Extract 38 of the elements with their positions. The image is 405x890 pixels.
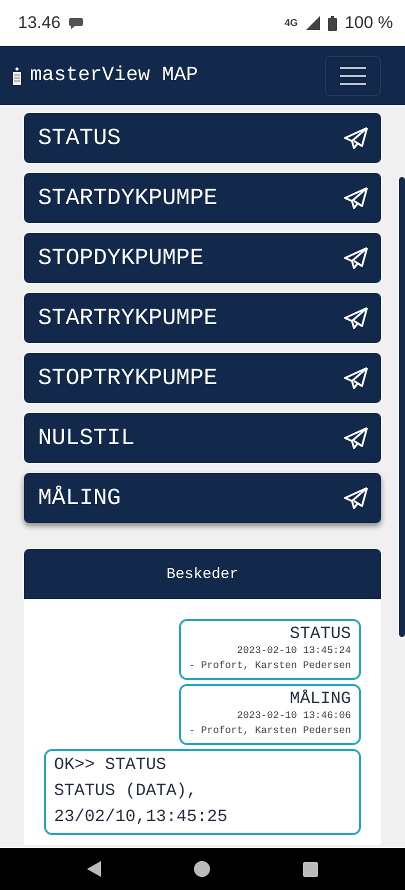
- message-author: - Profort, Karsten Pedersen: [188, 724, 351, 739]
- message-text: STATUS: [288, 625, 351, 644]
- signal-icon: [306, 16, 320, 30]
- message-line: 23/02/10,13:45:25: [54, 807, 228, 829]
- logo-icon: [12, 66, 22, 84]
- send-icon: [343, 426, 369, 450]
- command-button[interactable]: STARTDYKPUMPE: [24, 173, 381, 223]
- send-icon: [343, 486, 369, 510]
- recents-icon[interactable]: [303, 862, 318, 876]
- scrollbar[interactable]: [399, 177, 405, 637]
- message-author: - Profort, Karsten Pedersen: [188, 660, 351, 674]
- chat-bubble-icon: [68, 16, 83, 30]
- message-line: STATUS (DATA),: [54, 781, 198, 803]
- panel-title: Beskeder: [24, 549, 381, 599]
- send-icon: [343, 246, 369, 270]
- message-text: MÅLING: [288, 690, 351, 709]
- command-button[interactable]: MÅLING: [24, 473, 381, 523]
- battery-percent: 100 %: [344, 13, 393, 33]
- send-icon: [343, 306, 369, 330]
- clock-time: 13.46: [18, 13, 61, 33]
- message-line: OK>> STATUS: [54, 755, 168, 777]
- menu-button[interactable]: [325, 56, 381, 96]
- menu-icon: [340, 66, 366, 86]
- message-time: 2023-02-10 13:45:24: [236, 645, 351, 659]
- command-button[interactable]: NULSTIL: [24, 413, 381, 463]
- battery-icon: [328, 16, 337, 30]
- home-icon[interactable]: [194, 861, 210, 877]
- app-title: masterView MAP: [30, 64, 198, 87]
- command-button[interactable]: STATUS: [24, 113, 381, 163]
- send-icon: [343, 126, 369, 150]
- send-icon: [343, 366, 369, 390]
- command-button[interactable]: STARTRYKPUMPE: [24, 293, 381, 343]
- network-type: 4G: [284, 18, 298, 28]
- command-button[interactable]: STOPDYKPUMPE: [24, 233, 381, 283]
- send-icon: [343, 186, 369, 210]
- command-button[interactable]: STOPTRYKPUMPE: [24, 353, 381, 403]
- back-icon[interactable]: [86, 861, 101, 877]
- message-time: 2023-02-10 13:46:06: [236, 710, 351, 724]
